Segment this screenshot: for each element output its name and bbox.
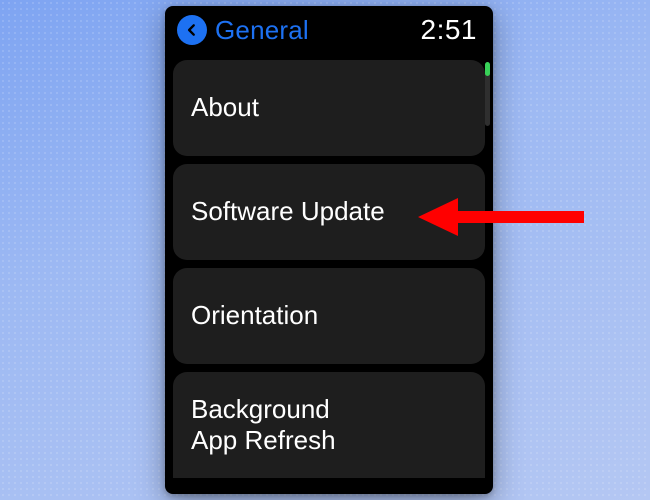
list-item-orientation[interactable]: Orientation [173,268,485,364]
scroll-thumb[interactable] [485,62,490,76]
list-item-label: About [191,92,259,123]
page-title: General [215,15,413,46]
settings-list[interactable]: About Software Update Orientation Backgr… [165,56,493,494]
list-item-label: Orientation [191,300,318,331]
chevron-left-icon [185,23,199,37]
watch-screen: General 2:51 About Software Update Orien… [165,6,493,494]
back-button[interactable] [177,15,207,45]
list-item-software-update[interactable]: Software Update [173,164,485,260]
list-item-about[interactable]: About [173,60,485,156]
scroll-track [485,62,490,126]
list-item-label: Software Update [191,196,385,227]
list-item-label: Background App Refresh [191,394,336,456]
clock-time: 2:51 [421,14,478,46]
list-item-background-app-refresh[interactable]: Background App Refresh [173,372,485,478]
canvas: General 2:51 About Software Update Orien… [0,0,650,500]
header-bar: General 2:51 [165,6,493,56]
